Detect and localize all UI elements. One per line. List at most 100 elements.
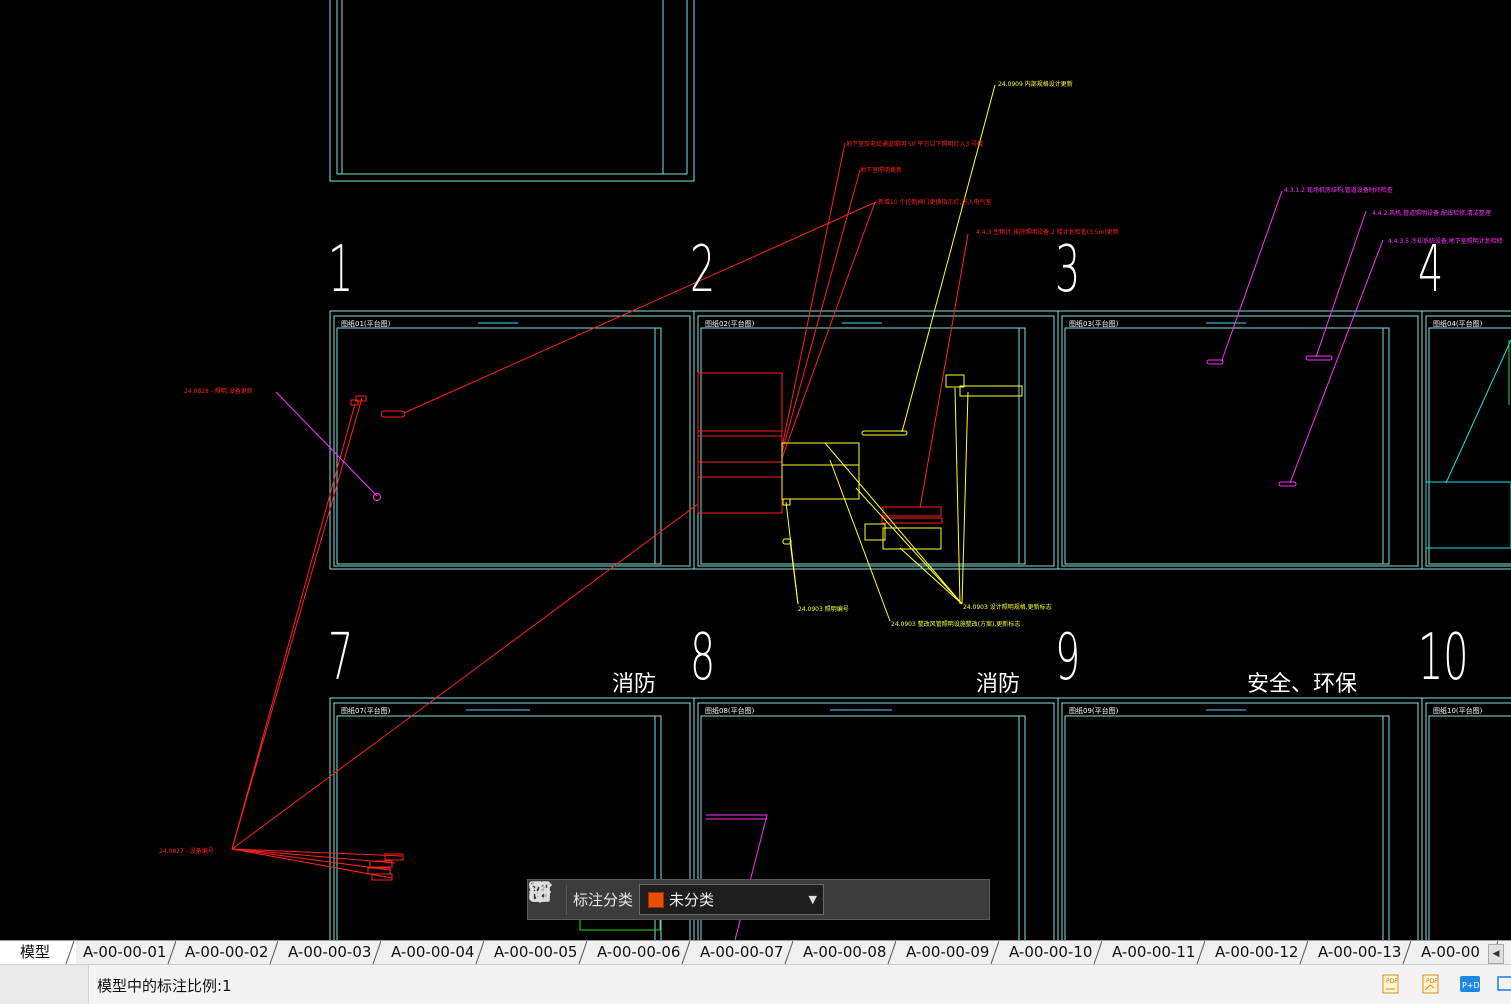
grid-number: 3 xyxy=(1055,233,1081,307)
tab-layout[interactable]: A-00-00-06 xyxy=(588,941,692,964)
tab-layout[interactable]: A-00-00-12 xyxy=(1206,941,1310,964)
frame-title: 图纸02(平台图) xyxy=(705,320,755,328)
tab-label: A-00-00 xyxy=(1421,943,1480,961)
tab-layout[interactable]: A-00-00-13 xyxy=(1309,941,1413,964)
tab-separator xyxy=(887,941,896,964)
markup-annotation[interactable]: 24.0909 内部规格设计更新 xyxy=(998,79,1073,88)
grid-number: 1 xyxy=(328,233,354,307)
toolbar-divider xyxy=(566,884,567,915)
frame-title: 图纸08(平台图) xyxy=(705,707,755,715)
grid-number: 9 xyxy=(1055,621,1081,695)
tab-label: A-00-00-13 xyxy=(1318,943,1402,961)
svg-text:PDF: PDF xyxy=(1426,978,1438,985)
svg-text:PDF: PDF xyxy=(1386,978,1398,985)
chevron-down-icon: ▼ xyxy=(808,893,818,906)
tab-model[interactable]: 模型 xyxy=(0,941,76,964)
screen-icon[interactable] xyxy=(1497,973,1511,995)
tab-separator xyxy=(1196,941,1205,964)
pdf-export-icon[interactable]: PDF xyxy=(1380,973,1402,995)
drawing-svg xyxy=(231,0,1511,940)
grid-number: 10 xyxy=(1418,621,1469,695)
tab-label: A-00-00-04 xyxy=(391,943,475,961)
tab-label: A-00-00-06 xyxy=(597,943,681,961)
tab-label: A-00-00-12 xyxy=(1215,943,1299,961)
annotation-category-select[interactable]: 未分类 ▼ xyxy=(639,884,825,915)
tab-layout[interactable]: A-00-00-10 xyxy=(1000,941,1104,964)
markup-annotation[interactable]: 4.4.2.风机,管道照明设备,配线检修,清洁整理 xyxy=(1372,208,1491,217)
annotation-category-label: 标注分类 xyxy=(573,891,634,909)
frame-title: 图纸01(平台图) xyxy=(341,320,391,328)
copy-icon[interactable] xyxy=(532,882,943,914)
tab-layout[interactable]: A-00-00-11 xyxy=(1103,941,1207,964)
markup-annotation[interactable]: 4.4.3.5 冷却系统设备,地下室照明计划检修 xyxy=(1388,236,1503,245)
tab-label: A-00-00-09 xyxy=(906,943,990,961)
section-label: 安全、环保 xyxy=(1247,672,1358,697)
frame-title: 图纸07(平台图) xyxy=(341,707,391,715)
markup-annotation[interactable]: 4.4.3 生物计,排除照明设备,2 楼计划检查(3.5m)更新 xyxy=(976,227,1119,236)
tab-separator xyxy=(1093,941,1102,964)
tab-layout[interactable]: A-00-00-07 xyxy=(691,941,795,964)
tab-layout[interactable]: A-00-00 xyxy=(1412,941,1500,964)
markup-annotation[interactable]: 地下室及电缆通道照明 50 平方以下照明灯入3 号楼 xyxy=(846,139,983,148)
tab-separator xyxy=(990,941,999,964)
tab-layout[interactable]: A-00-00-09 xyxy=(897,941,1001,964)
grid-number: 2 xyxy=(690,233,716,307)
layout-tab-strip: 模型 A-00-00-01 A-00-00-02 A-00-00-03 A-00-00-… xyxy=(0,940,1511,964)
tab-label: 模型 xyxy=(20,943,51,961)
tab-separator xyxy=(475,941,484,964)
markup-annotation[interactable]: 24.0903 整改风管照明设施整改(方案),更新标志 xyxy=(891,619,1020,628)
tab-label: A-00-00-11 xyxy=(1112,943,1196,961)
tab-separator xyxy=(1402,941,1411,964)
tab-label: A-00-00-01 xyxy=(83,943,167,961)
tab-separator xyxy=(578,941,587,964)
grid-number: 7 xyxy=(328,621,354,695)
tab-layout[interactable]: A-00-00-04 xyxy=(382,941,486,964)
tab-separator xyxy=(65,941,74,964)
frame-title: 图纸03(平台图) xyxy=(1069,320,1119,328)
paste-icon[interactable] xyxy=(530,881,981,914)
annotation-scale-status: 模型中的标注比例:1 xyxy=(97,977,232,995)
markup-annotation[interactable]: 24.0828 - 照明,设备更新 xyxy=(184,386,253,395)
frame-title: 图纸04(平台图) xyxy=(1433,320,1483,328)
tab-separator xyxy=(784,941,793,964)
drawing-canvas[interactable]: 1 2 3 4 7 8 9 10 消防 消防 安全、环保 图纸01(平台图) 图… xyxy=(0,0,1511,940)
pdf-import-icon[interactable]: PDF xyxy=(1420,973,1442,995)
move-icon[interactable] xyxy=(528,880,905,914)
tab-separator xyxy=(167,941,176,964)
markup-annotation[interactable]: 4.3.1.2 现场机房结构,管道设备时间检查 xyxy=(1284,185,1393,194)
status-bar: 模型中的标注比例:1 PDF PDF P+D xyxy=(0,964,1511,1004)
grid-number: 8 xyxy=(690,621,716,695)
tab-layout[interactable]: A-00-00-05 xyxy=(485,941,589,964)
tab-separator xyxy=(681,941,690,964)
status-bar-left-pane xyxy=(0,965,89,1004)
tab-separator xyxy=(269,941,278,964)
tab-label: A-00-00-02 xyxy=(185,943,269,961)
tab-layout[interactable]: A-00-00-08 xyxy=(794,941,898,964)
tab-layout[interactable]: A-00-00-01 xyxy=(74,941,178,964)
markup-annotation[interactable]: 24.0827 - 设备编号 xyxy=(159,846,214,855)
section-label: 消防 xyxy=(976,672,1021,697)
tab-label: A-00-00-03 xyxy=(288,943,372,961)
tab-separator xyxy=(372,941,381,964)
annotation-toolbar: 标注分类 未分类 ▼ xyxy=(527,879,990,920)
tab-label: A-00-00-05 xyxy=(494,943,578,961)
markup-annotation[interactable]: 24.0903 设计照明规格,更新标志 xyxy=(963,602,1052,611)
svg-text:P+D: P+D xyxy=(1462,981,1480,990)
markup-annotation[interactable]: 24.0903 照明编号 xyxy=(798,604,849,613)
frame-title: 图纸09(平台图) xyxy=(1069,707,1119,715)
tab-layout[interactable]: A-00-00-02 xyxy=(176,941,280,964)
tab-layout[interactable]: A-00-00-03 xyxy=(279,941,383,964)
tab-label: A-00-00-07 xyxy=(700,943,784,961)
category-color-swatch xyxy=(648,891,665,908)
tab-label: A-00-00-08 xyxy=(803,943,887,961)
edit-icon[interactable] xyxy=(531,880,867,914)
p-d-convert-icon[interactable]: P+D xyxy=(1459,973,1481,995)
frame-title: 图纸10(平台图) xyxy=(1433,707,1483,715)
category-select-value: 未分类 xyxy=(669,891,715,909)
tab-separator xyxy=(1299,941,1308,964)
markup-annotation[interactable]: 地下室照明更新 xyxy=(860,165,902,174)
tab-scroll-arrow[interactable]: ◀ xyxy=(1488,944,1504,964)
tab-label: A-00-00-10 xyxy=(1009,943,1093,961)
markup-annotation[interactable]: 新增10 个控制阀门更换指示灯,进入电气室 xyxy=(878,197,991,206)
grid-number: 4 xyxy=(1418,233,1444,307)
